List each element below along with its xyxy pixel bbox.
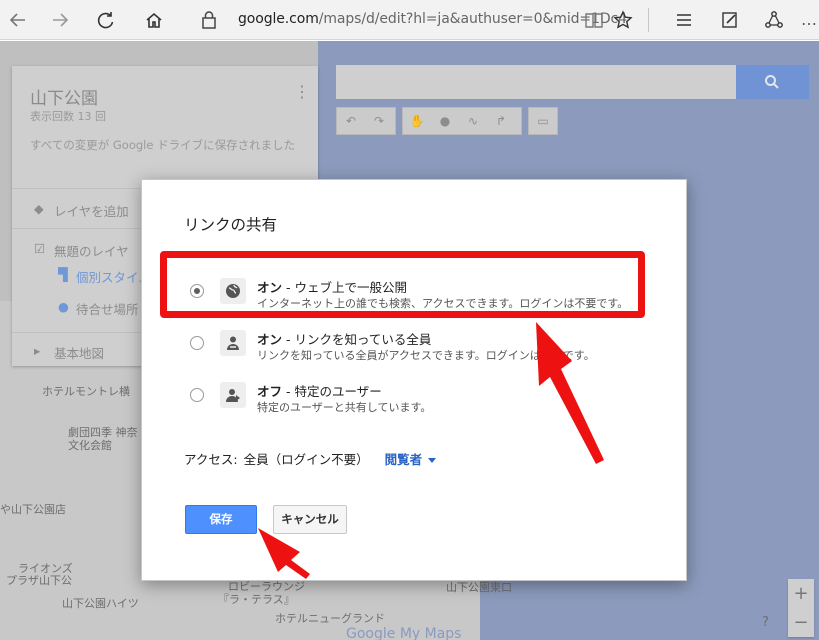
access-value: 全員（ログイン不要） (243, 452, 369, 467)
zoom-in-button[interactable]: + (788, 579, 814, 608)
lock-icon (202, 11, 216, 33)
map-search-button[interactable] (736, 65, 809, 99)
poi-label: 文化会館 (68, 439, 112, 452)
more-options-icon[interactable]: ⋮ (294, 82, 310, 101)
add-layer-button[interactable]: レイヤを追加 (54, 201, 129, 220)
expand-icon: ▸ (34, 343, 41, 358)
poi-label: 劇団四季 神奈 (68, 426, 138, 439)
undo-icon[interactable]: ↶ (337, 108, 365, 134)
web-note-icon[interactable] (716, 6, 744, 34)
redo-icon[interactable]: ↷ (365, 108, 393, 134)
back-arrow-icon[interactable] (4, 6, 32, 34)
radio-anyone-with-link[interactable] (190, 336, 204, 350)
ruler-icon[interactable]: ▭ (529, 108, 557, 134)
place-name[interactable]: 待合せ場所 (76, 299, 139, 318)
dialog-title: リンクの共有 (184, 216, 278, 234)
layers-icon: ◆ (34, 201, 44, 216)
view-count: 表示回数 13 回 (30, 110, 106, 123)
chevron-down-icon[interactable] (428, 458, 437, 463)
save-button[interactable]: 保存 (185, 505, 257, 534)
google-my-maps-watermark: Google My Maps (346, 626, 462, 640)
map-search-input[interactable] (336, 65, 736, 99)
paint-roller-icon: ▜ (58, 267, 68, 282)
poi-label: 『ラ・テラス』 (218, 593, 295, 606)
draw-toolbar: ✋ ● ∿ ↱ (402, 107, 522, 135)
option-description: 特定のユーザーと共有しています。 (257, 401, 432, 414)
annotation-highlight-box (160, 251, 645, 318)
save-status: すべての変更が Google ドライブに保存されました (30, 138, 296, 152)
more-icon[interactable]: … (795, 6, 819, 34)
zoom-out-button[interactable]: − (788, 608, 814, 637)
measure-toolbar: ▭ (528, 107, 558, 135)
poi-label: 山下公園ハイツ (62, 597, 139, 610)
person-icon (220, 382, 246, 408)
undo-redo-toolbar: ↶ ↷ (336, 107, 396, 135)
poi-label: ホテルニューグランド (275, 612, 385, 625)
draw-line-icon[interactable]: ∿ (459, 108, 487, 134)
style-link[interactable]: 個別スタイル (76, 267, 151, 286)
checkbox-icon[interactable]: ☑ (34, 241, 45, 256)
share-link-dialog: リンクの共有 オン - ウェブ上で一般公開 インターネット上の誰でも検索、アクセ… (141, 179, 687, 581)
star-icon[interactable] (609, 6, 637, 34)
access-row: アクセス: 全員（ログイン不要） 閲覧者 (184, 449, 437, 468)
base-map-label: 基本地図 (54, 346, 105, 361)
directions-icon[interactable]: ↱ (487, 108, 515, 134)
access-role-dropdown[interactable]: 閲覧者 (385, 452, 423, 467)
search-icon (765, 75, 779, 89)
radio-specific-users[interactable] (190, 388, 204, 402)
layer-name[interactable]: 無題のレイヤ (54, 241, 129, 260)
forward-arrow-icon[interactable] (46, 6, 74, 34)
refresh-icon[interactable] (92, 6, 120, 34)
map-title[interactable]: 山下公園 (30, 84, 98, 109)
marker-icon[interactable]: ● (431, 108, 459, 134)
hamburger-icon[interactable] (670, 6, 698, 34)
link-person-icon (220, 330, 246, 356)
cancel-button[interactable]: キャンセル (273, 505, 347, 534)
option-anyone-with-link[interactable]: オン - リンクを知っている全員 リンクを知っている全員がアクセスできます。ログ… (164, 326, 664, 374)
url-text: google.com/maps/d/edit?hl=ja&authuser=0&… (238, 11, 627, 27)
access-label: アクセス: (184, 452, 238, 467)
poi-label: や山下公園店 (0, 503, 66, 516)
help-icon[interactable]: ? (762, 616, 769, 629)
place-pin-icon: ● (58, 299, 69, 314)
poi-label: ロビーラウンジ (228, 580, 305, 593)
option-title: オフ - 特定のユーザー (257, 384, 382, 399)
toolbar-divider (648, 8, 649, 32)
browser-toolbar: google.com/maps/d/edit?hl=ja&authuser=0&… (0, 0, 819, 40)
home-icon[interactable] (140, 6, 168, 34)
book-icon[interactable] (580, 6, 608, 34)
poi-label: 山下公園東口 (446, 581, 512, 594)
poi-label: ホテルモントレ横 (42, 385, 130, 398)
option-description: リンクを知っている全員がアクセスできます。ログインは不要です。 (257, 349, 595, 362)
share-icon[interactable] (760, 6, 788, 34)
hand-icon[interactable]: ✋ (403, 108, 431, 134)
option-title: オン - リンクを知っている全員 (257, 332, 432, 347)
address-bar[interactable]: google.com/maps/d/edit?hl=ja&authuser=0&… (196, 7, 640, 33)
option-specific-users[interactable]: オフ - 特定のユーザー 特定のユーザーと共有しています。 (164, 378, 664, 426)
poi-label: プラザ山下公 (6, 574, 72, 587)
zoom-control: + − (788, 579, 814, 637)
